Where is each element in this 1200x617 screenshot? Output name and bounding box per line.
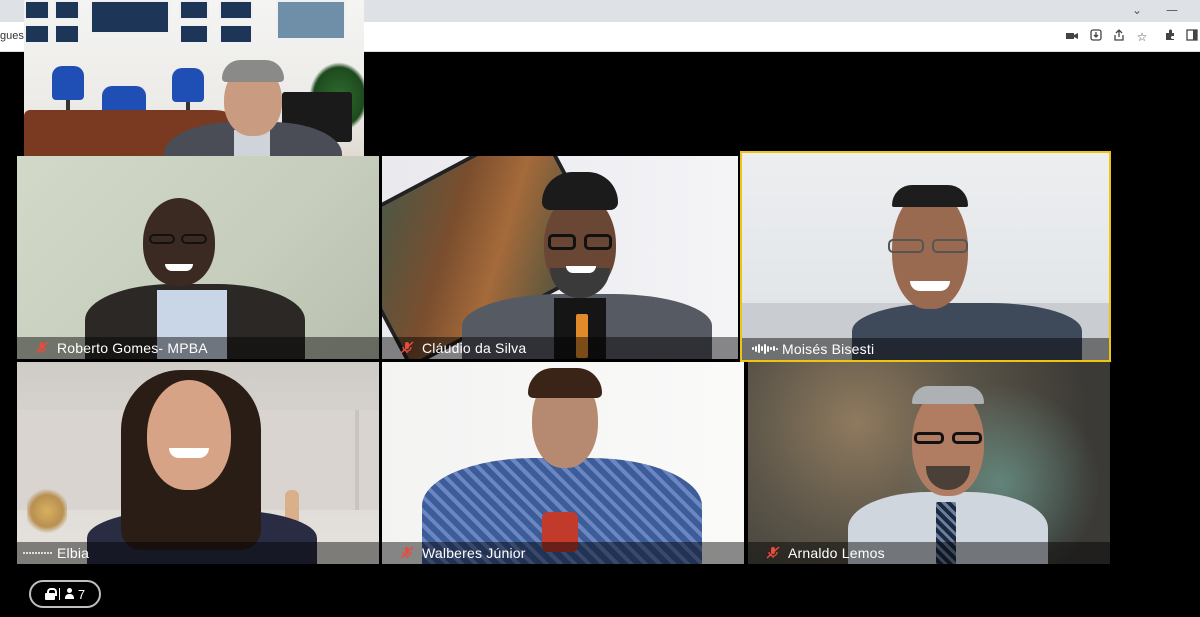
participant-name: Roberto Gomes- MPBA (57, 340, 208, 356)
video-tile-roberto[interactable]: Roberto Gomes- MPBA (17, 156, 379, 359)
participant-name: Elbia (57, 545, 90, 561)
mic-muted-icon (400, 546, 416, 559)
video-tile-walberes[interactable]: Walberes Júnior (382, 362, 744, 564)
mic-muted-icon (35, 341, 51, 354)
divider (58, 588, 60, 600)
share-icon[interactable] (1111, 29, 1127, 45)
video-tile-elbia[interactable]: Elbia (17, 362, 379, 564)
participants-badge[interactable]: 7 (29, 580, 101, 608)
participant-name: Moisés Bisesti (782, 341, 875, 357)
side-panel-icon[interactable] (1184, 29, 1200, 45)
extensions-icon[interactable] (1162, 29, 1178, 45)
audio-wave-icon (23, 546, 57, 559)
minimize-button[interactable]: — (1166, 3, 1178, 17)
bookmark-star-icon[interactable]: ☆ (1134, 29, 1150, 45)
lock-icon (44, 588, 57, 600)
mic-muted-icon (766, 546, 782, 559)
video-tile-arnaldo[interactable]: Arnaldo Lemos (748, 362, 1110, 564)
participant-count: 7 (77, 586, 86, 602)
install-icon[interactable] (1088, 29, 1104, 45)
participant-name: Cláudio da Silva (422, 340, 527, 356)
audio-wave-icon (752, 342, 780, 355)
person-icon (64, 588, 74, 600)
participant-name: Arnaldo Lemos (788, 545, 885, 561)
participant-name: Walberes Júnior (422, 545, 526, 561)
mic-muted-icon (400, 341, 416, 354)
video-tile-moises[interactable]: Moisés Bisesti (740, 151, 1111, 362)
video-tile-claudio[interactable]: Cláudio da Silva (382, 156, 738, 359)
tab-search-chevron-icon[interactable]: ⌄ (1132, 3, 1142, 17)
camera-icon[interactable] (1064, 29, 1080, 45)
